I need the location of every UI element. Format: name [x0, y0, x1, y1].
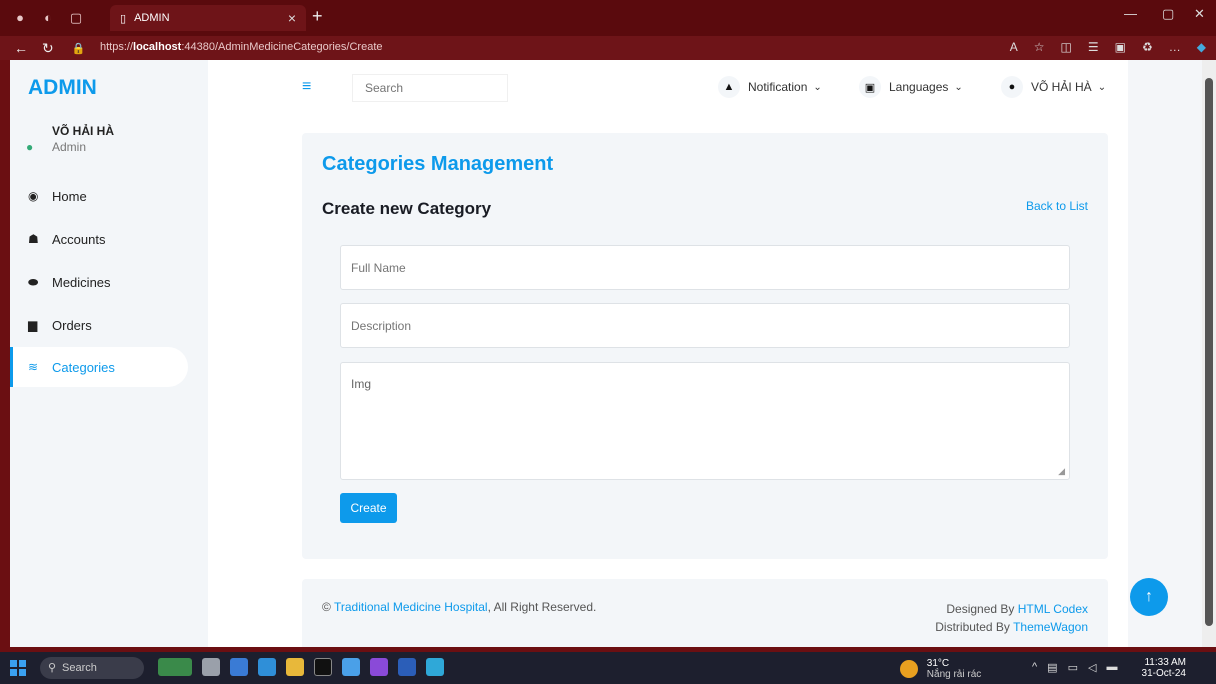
system-tray: ^ ▤ ▭ ◁ ▬ [1032, 661, 1117, 674]
description-input[interactable] [340, 303, 1070, 348]
dashboard-icon: ◉ [28, 189, 39, 203]
workspaces-icon[interactable]: ◐ [40, 10, 56, 26]
sidebar-user-name: VÕ HẢI HÀ [52, 124, 115, 138]
file-explorer-icon[interactable] [286, 658, 304, 676]
chevron-down-icon: ⌄ [813, 81, 822, 93]
tab-actions-icon[interactable]: ▢ [68, 10, 84, 26]
user-icon: ● [1001, 76, 1023, 98]
taskbar-apps [158, 658, 444, 676]
language-icon: ▣ [859, 76, 881, 98]
read-aloud-icon[interactable]: A [1010, 40, 1018, 54]
sidebar: ADMIN ● VÕ HẢI HÀ Admin ◉ Home ☗ Account… [10, 60, 208, 647]
sidebar-item-categories[interactable]: ≋ Categories [10, 347, 188, 387]
search-input[interactable] [352, 74, 508, 102]
tray-app-icon[interactable]: ▤ [1047, 661, 1057, 674]
windows-start-icon[interactable] [10, 660, 26, 676]
pills-icon: ⬬ [28, 274, 39, 289]
top-navbar: ≡ ▲ Notification ⌄ ▣ Languages ⌄ ● VÕ HẢ… [208, 60, 1128, 117]
refresh-icon[interactable]: ↻ [42, 40, 54, 57]
html-codex-link[interactable]: HTML Codex [1018, 602, 1088, 616]
close-window-icon[interactable]: ✕ [1194, 6, 1205, 22]
extensions-icon[interactable]: ♻ [1142, 40, 1153, 54]
browser-tab-bar: ● ◐ ▢ ▯ ADMIN × + — ▢ ✕ [0, 0, 1216, 36]
favorites-icon[interactable]: ☰ [1088, 40, 1099, 54]
page-title: Categories Management [322, 153, 554, 175]
more-icon[interactable]: … [1169, 40, 1181, 54]
address-bar: ← ↻ 🔒 https://localhost:44380/AdminMedic… [0, 36, 1216, 60]
sidebar-item-medicines[interactable]: ⬬ Medicines [10, 262, 188, 302]
hospital-link[interactable]: Traditional Medicine Hospital [334, 600, 488, 614]
sidebar-user-role: Admin [52, 140, 87, 154]
hamburger-menu-icon[interactable]: ≡ [302, 78, 311, 96]
network-icon[interactable]: ▭ [1068, 661, 1078, 674]
full-name-input[interactable] [340, 245, 1070, 290]
users-icon: ☗ [28, 232, 39, 246]
main-content: ≡ ▲ Notification ⌄ ▣ Languages ⌄ ● VÕ HẢ… [208, 60, 1128, 647]
app-icon[interactable] [230, 658, 248, 676]
app-icon[interactable] [258, 658, 276, 676]
themewagon-link[interactable]: ThemeWagon [1013, 620, 1088, 634]
web-page: ADMIN ● VÕ HẢI HÀ Admin ◉ Home ☗ Account… [10, 60, 1202, 647]
tab-title: ADMIN [134, 12, 170, 24]
visual-studio-icon[interactable] [370, 658, 388, 676]
back-arrow-icon[interactable]: ← [14, 40, 28, 56]
chevron-down-icon: ⌄ [1097, 81, 1107, 93]
sidebar-item-home[interactable]: ◉ Home [10, 176, 188, 216]
img-placeholder: Img [351, 377, 372, 391]
word-icon[interactable] [398, 658, 416, 676]
task-view-icon[interactable] [202, 658, 220, 676]
copyright: © Traditional Medicine Hospital, All Rig… [322, 600, 597, 614]
user-avatar-icon: ● [26, 140, 34, 154]
page-icon: ▯ [120, 12, 127, 25]
languages-dropdown[interactable]: ▣ Languages ⌄ [859, 76, 963, 98]
img-textarea[interactable]: Img ◢ [340, 362, 1070, 480]
chevron-down-icon: ⌄ [954, 81, 963, 93]
notification-dropdown[interactable]: ▲ Notification ⌄ [718, 76, 822, 98]
clock[interactable]: 11:33 AM 31-Oct-24 [1136, 657, 1186, 679]
new-tab-button[interactable]: + [312, 6, 323, 27]
user-dropdown[interactable]: ● VÕ HẢI HÀ ⌄ [1001, 76, 1106, 98]
restore-icon[interactable]: ▢ [1162, 6, 1174, 22]
file-icon: ▆ [28, 318, 38, 332]
back-to-list-link[interactable]: Back to List [1026, 199, 1088, 213]
chevron-up-icon[interactable]: ^ [1032, 661, 1037, 674]
tiktok-icon[interactable] [314, 658, 332, 676]
split-screen-icon[interactable]: ◫ [1061, 40, 1072, 54]
layers-icon: ≋ [28, 360, 39, 374]
url-field[interactable]: https://localhost:44380/AdminMedicineCat… [100, 41, 383, 53]
create-button[interactable]: Create [340, 493, 397, 523]
back-to-top-button[interactable]: ↑ [1130, 578, 1168, 616]
footer: © Traditional Medicine Hospital, All Rig… [302, 579, 1108, 647]
page-scrollbar[interactable] [1202, 60, 1216, 647]
search-icon: ⚲ [48, 662, 57, 674]
collections-icon[interactable]: ▣ [1115, 40, 1126, 54]
copilot-icon[interactable]: ◆ [1197, 40, 1206, 54]
arrow-up-icon: ↑ [1145, 588, 1153, 605]
minimize-icon[interactable]: — [1124, 6, 1137, 21]
bell-icon: ▲ [718, 76, 740, 98]
edge-icon[interactable] [426, 658, 444, 676]
credits: Designed By HTML Codex Distributed By Th… [935, 602, 1088, 634]
weather-widget[interactable]: 31°C Nắng rải rác [900, 658, 981, 680]
form-title: Create new Category [322, 199, 492, 218]
browser-tab-admin[interactable]: ▯ ADMIN × [110, 5, 306, 31]
app-icon[interactable] [342, 658, 360, 676]
scrollbar-thumb[interactable] [1205, 78, 1213, 626]
windows-taskbar: ⚲ Search 31°C Nắng rải rác ^ ▤ ▭ ◁ ▬ 11:… [0, 652, 1216, 684]
resize-handle-icon[interactable]: ◢ [1058, 466, 1065, 477]
profile-avatar-icon[interactable]: ● [12, 10, 28, 26]
volume-icon[interactable]: ◁ [1088, 661, 1096, 674]
battery-icon[interactable]: ▬ [1106, 661, 1117, 674]
browser-toolbar: A ☆ ◫ ☰ ▣ ♻ … ◆ [1010, 40, 1206, 54]
sidebar-item-orders[interactable]: ▆ Orders [10, 305, 188, 345]
favorite-star-icon[interactable]: ☆ [1034, 40, 1045, 54]
taskbar-search[interactable]: ⚲ Search [40, 657, 144, 679]
category-form-card: Categories Management Create new Categor… [302, 133, 1108, 559]
sidebar-item-accounts[interactable]: ☗ Accounts [10, 219, 188, 259]
lock-icon[interactable]: 🔒 [72, 42, 86, 55]
widgets-icon[interactable] [158, 658, 192, 676]
brand-logo[interactable]: ADMIN [28, 76, 97, 100]
weather-icon [900, 660, 918, 678]
tab-close-icon[interactable]: × [288, 10, 296, 26]
